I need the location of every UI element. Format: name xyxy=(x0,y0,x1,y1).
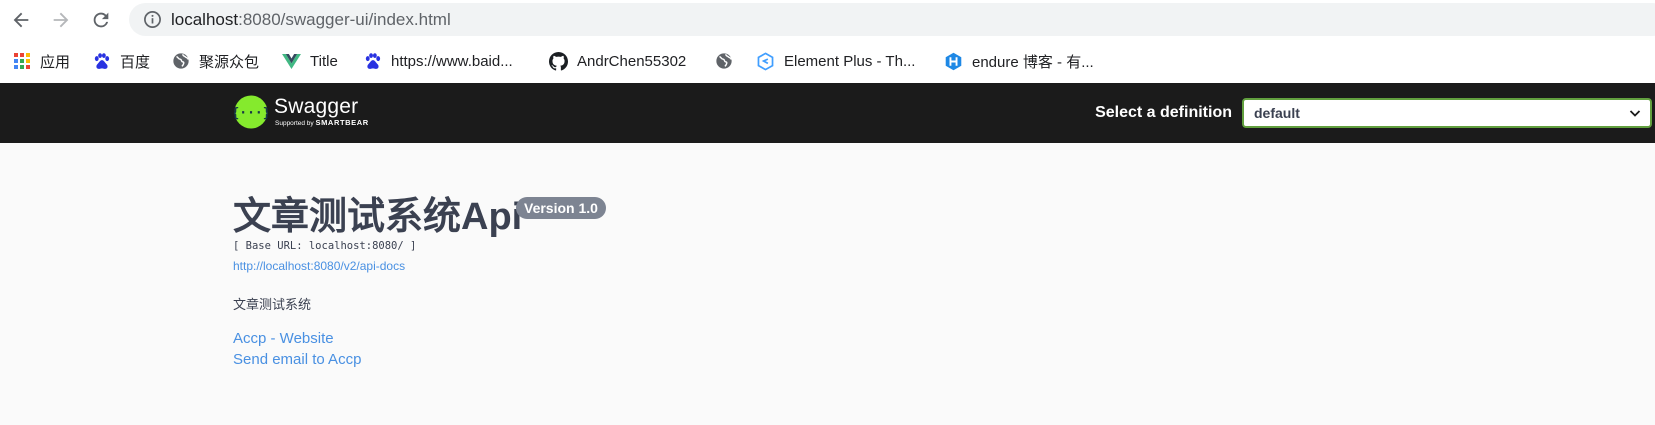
email-link[interactable]: Send email to Accp xyxy=(233,350,361,370)
definition-label: Select a definition xyxy=(1095,104,1232,121)
url-path: :8080/swagger-ui/index.html xyxy=(238,10,451,29)
api-title: 文章测试系统Api xyxy=(233,196,523,238)
bookmark-baidu[interactable]: 百度 xyxy=(92,49,150,73)
bookmark-juyuan[interactable]: 聚源众包 xyxy=(172,49,259,73)
bookmark-label: Title xyxy=(310,52,338,70)
bookmark-apps[interactable]: 应用 xyxy=(13,49,70,73)
github-icon xyxy=(549,51,568,71)
back-button[interactable] xyxy=(8,7,34,33)
logo-text: Swagger Supported by SMARTBEAR xyxy=(274,96,369,128)
bookmark-label: endure 博客 - 有... xyxy=(972,53,1094,71)
bookmark-label: AndrChen55302 xyxy=(577,52,687,70)
info-icon[interactable] xyxy=(143,10,162,29)
definition-select[interactable]: default xyxy=(1242,98,1652,128)
url-text[interactable]: localhost:8080/swagger-ui/index.html xyxy=(171,10,451,30)
api-description: 文章测试系统 xyxy=(233,297,312,312)
globe-icon xyxy=(716,53,732,69)
bookmark-label: 聚源众包 xyxy=(199,53,260,71)
swagger-logo-icon: {···} xyxy=(234,95,268,129)
bookmark-baidu-url[interactable]: https://www.baid... xyxy=(363,49,513,73)
baidu-icon xyxy=(94,52,110,69)
base-url: [ Base URL: localhost:8080/ ] xyxy=(233,240,417,252)
bookmark-globe[interactable] xyxy=(715,49,733,73)
globe-icon xyxy=(173,53,189,69)
version-badge: Version 1.0 xyxy=(516,197,606,219)
element-plus-icon xyxy=(757,51,774,71)
forward-button[interactable] xyxy=(48,7,74,33)
bookmark-element-plus[interactable]: Element Plus - Th... xyxy=(756,49,915,73)
bookmark-title[interactable]: Title xyxy=(282,49,338,73)
logo-name: Swagger xyxy=(274,95,359,118)
definition-select-value: default xyxy=(1254,105,1300,121)
arrow-left-icon xyxy=(13,12,29,28)
bookmark-github[interactable]: AndrChen55302 xyxy=(549,49,686,73)
logo-brand: SMARTBEAR xyxy=(315,118,369,127)
bookmark-label: 百度 xyxy=(120,53,151,71)
bookmark-label: 应用 xyxy=(40,53,71,71)
svg-text:{···}: {···} xyxy=(234,106,268,121)
chevron-down-icon xyxy=(1629,110,1641,117)
logo-tagline: Supported by SMARTBEAR xyxy=(275,118,369,128)
hexagon-h-icon xyxy=(945,52,962,70)
reload-button[interactable] xyxy=(88,7,114,33)
bookmark-label: https://www.baid... xyxy=(391,52,513,70)
address-bar[interactable]: localhost:8080/swagger-ui/index.html xyxy=(129,3,1655,36)
url-host: localhost xyxy=(171,10,239,29)
vue-icon xyxy=(282,53,301,69)
swagger-logo[interactable]: {···} Swagger Supported by SMARTBEAR xyxy=(234,94,369,130)
apps-grid-icon xyxy=(14,53,30,69)
website-link[interactable]: Accp - Website xyxy=(233,329,334,349)
bookmark-label: Element Plus - Th... xyxy=(784,52,916,70)
reload-icon xyxy=(93,12,109,28)
bookmarks-bar: 应用 百度 聚源众包 Title https://www.baid... And… xyxy=(0,39,1655,83)
baidu-icon xyxy=(365,52,381,69)
logo-supported-by: Supported by xyxy=(275,120,314,127)
api-docs-link[interactable]: http://localhost:8080/v2/api-docs xyxy=(233,259,405,273)
browser-toolbar: localhost:8080/swagger-ui/index.html xyxy=(0,0,1655,39)
swagger-topbar: {···} Swagger Supported by SMARTBEAR Sel… xyxy=(0,83,1655,143)
arrow-right-icon xyxy=(53,12,69,28)
bookmark-endure[interactable]: endure 博客 - 有... xyxy=(944,49,1094,73)
